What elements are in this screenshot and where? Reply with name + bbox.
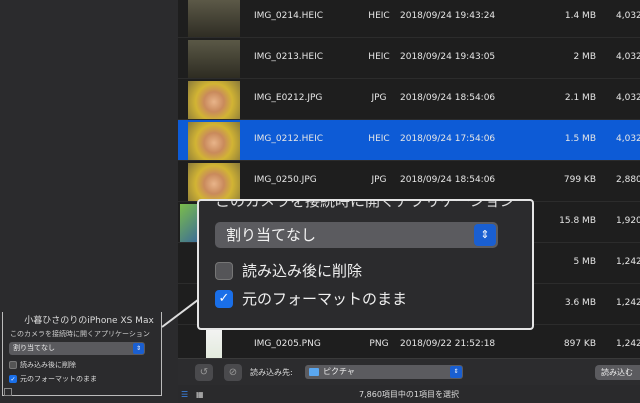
file-date: 2018/09/24 18:54:06	[400, 93, 496, 103]
table-row[interactable]: IMG_E0212.JPG JPG 2018/09/24 18:54:06 2.…	[178, 79, 640, 120]
file-dimensions: 4,032	[616, 93, 640, 103]
file-name: IMG_E0212.JPG	[254, 93, 323, 103]
checkbox-unchecked-icon	[9, 361, 17, 369]
file-size: 897 KB	[563, 339, 596, 349]
callout-app-select-value: 割り当てなし	[226, 226, 317, 244]
file-dimensions: 1,242	[616, 298, 640, 308]
checkmark-icon: ✓	[215, 289, 233, 308]
device-name: 小暮ひさのりのiPhone XS Max	[24, 316, 154, 326]
magnified-settings-callout: このカメラを接続時に開くアプリケーション 割り当てなし ⇕ 読み込み後に削除 ✓…	[197, 199, 534, 330]
file-type: HEIC	[368, 52, 390, 62]
chevron-updown-icon: ⇕	[450, 366, 462, 378]
file-dimensions: 1,242	[616, 257, 640, 267]
delete-icon[interactable]: ⊘	[224, 364, 242, 381]
file-dimensions: 2,880	[616, 175, 640, 185]
file-dimensions: 4,032	[616, 52, 640, 62]
chevron-updown-icon: ⇕	[133, 343, 144, 354]
file-size: 1.4 MB	[564, 11, 596, 21]
table-row-selected[interactable]: IMG_0212.HEIC HEIC 2018/09/24 17:54:06 1…	[178, 120, 640, 161]
file-size: 1.5 MB	[564, 134, 596, 144]
file-date: 2018/09/24 18:54:06	[400, 175, 496, 185]
thumbnail	[188, 0, 240, 37]
checkmark-icon: ✓	[9, 375, 17, 383]
import-to-label: 読み込み先:	[250, 368, 293, 377]
file-date: 2018/09/24 19:43:05	[400, 52, 496, 62]
callout-keep-original-label: 元のフォーマットのまま	[242, 290, 408, 308]
callout-app-label: このカメラを接続時に開くアプリケーション	[215, 199, 515, 210]
file-size: 2 MB	[573, 52, 596, 62]
import-destination-value: ピクチャ	[323, 367, 355, 376]
device-sidebar: 小暮ひさのりのiPhone XS Max このカメラを接続時に開くアプリケーショ…	[0, 0, 178, 403]
thumbnail	[188, 122, 240, 160]
keep-original-checkbox[interactable]: ✓ 元のフォーマットのまま	[9, 374, 97, 384]
delete-after-import-checkbox[interactable]: 読み込み後に削除	[9, 360, 76, 370]
file-name: IMG_0213.HEIC	[254, 52, 324, 62]
file-date: 2018/09/24 19:43:24	[400, 11, 496, 21]
camera-app-select-value: 割り当てなし	[13, 344, 55, 352]
file-name: IMG_0212.HEIC	[254, 134, 324, 144]
file-date: 2018/09/24 17:54:06	[400, 134, 496, 144]
callout-keep-original-checkbox[interactable]: ✓ 元のフォーマットのまま	[215, 288, 407, 309]
thumbnail	[188, 163, 240, 201]
file-type: HEIC	[368, 11, 390, 21]
file-name: IMG_0214.HEIC	[254, 11, 324, 21]
thumbnail	[188, 81, 240, 119]
camera-app-label: このカメラを接続時に開くアプリケーション	[10, 330, 150, 338]
delete-after-import-label: 読み込み後に削除	[20, 361, 76, 369]
file-type: JPG	[371, 175, 387, 185]
file-name: IMG_0205.PNG	[254, 339, 321, 349]
callout-delete-label: 読み込み後に削除	[242, 262, 363, 280]
table-row[interactable]: IMG_0214.HEIC HEIC 2018/09/24 19:43:24 1…	[178, 0, 640, 38]
sidebar-small-icon[interactable]	[4, 388, 12, 396]
bottom-toolbar: ↺ ⊘ 読み込み先: ピクチャ ⇕ 読み込む	[178, 358, 640, 385]
callout-app-select[interactable]: 割り当てなし ⇕	[215, 222, 498, 248]
chevron-updown-icon: ⇕	[474, 224, 496, 246]
table-row[interactable]: IMG_0250.JPG JPG 2018/09/24 18:54:06 799…	[178, 161, 640, 202]
thumbnail	[188, 40, 240, 78]
camera-app-select[interactable]: 割り当てなし ⇕	[9, 342, 145, 355]
file-type: JPG	[371, 93, 387, 103]
file-dimensions: 1,920	[616, 216, 640, 226]
rotate-icon[interactable]: ↺	[195, 364, 213, 381]
folder-icon	[309, 368, 319, 376]
keep-original-label: 元のフォーマットのまま	[20, 375, 97, 383]
checkbox-unchecked-icon	[215, 261, 233, 280]
file-size: 799 KB	[563, 175, 596, 185]
file-size: 2.1 MB	[564, 93, 596, 103]
callout-delete-checkbox[interactable]: 読み込み後に削除	[215, 260, 362, 281]
status-bar: ☰ ▦ 7,860項目中の1項目を選択	[178, 385, 640, 403]
file-dimensions: 4,032	[616, 134, 640, 144]
selection-status: 7,860項目中の1項目を選択	[359, 390, 459, 399]
file-type: PNG	[369, 339, 389, 349]
import-button[interactable]: 読み込む	[595, 365, 640, 380]
import-destination-select[interactable]: ピクチャ ⇕	[305, 365, 463, 379]
file-dimensions: 4,032	[616, 11, 640, 21]
table-row[interactable]: IMG_0213.HEIC HEIC 2018/09/24 19:43:05 2…	[178, 38, 640, 79]
file-date: 2018/09/22 21:52:18	[400, 339, 496, 349]
file-type: HEIC	[368, 134, 390, 144]
file-name: IMG_0250.JPG	[254, 175, 317, 185]
file-dimensions: 1,242	[616, 339, 640, 349]
